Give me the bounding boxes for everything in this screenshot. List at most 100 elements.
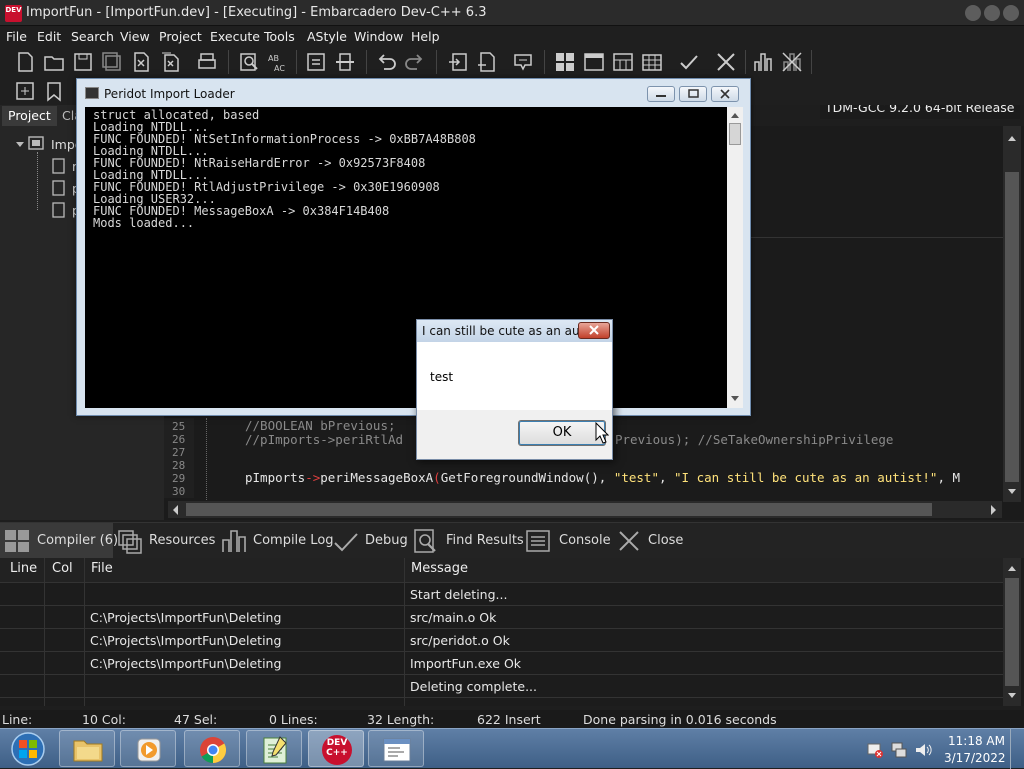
indent-icon[interactable] xyxy=(305,51,327,73)
toggle-bookmark-icon[interactable] xyxy=(43,80,65,102)
rebuild-all-icon[interactable] xyxy=(641,51,663,73)
start-button[interactable] xyxy=(2,730,52,768)
table-row[interactable]: C:\Projects\ImportFun\Deleting ImportFun… xyxy=(0,652,1003,674)
scroll-up-icon[interactable] xyxy=(730,111,740,119)
close-all-icon[interactable] xyxy=(159,51,181,73)
compile-run-icon[interactable] xyxy=(612,51,634,73)
find-icon[interactable] xyxy=(238,51,260,73)
replace-icon[interactable]: AB AC xyxy=(267,51,289,73)
menu-execute[interactable]: Execute xyxy=(210,29,260,44)
notepad-taskbar-button[interactable] xyxy=(246,730,302,767)
code-comment: //BOOLEAN bPrevious; xyxy=(245,418,396,433)
print-icon[interactable] xyxy=(196,51,218,73)
console-taskbar-button[interactable] xyxy=(368,730,424,767)
redo-icon[interactable] xyxy=(404,51,426,73)
scroll-up-icon[interactable] xyxy=(1006,564,1018,572)
scroll-down-icon[interactable] xyxy=(730,395,740,403)
menu-file[interactable]: File xyxy=(6,29,27,44)
goto-line-icon[interactable] xyxy=(447,51,469,73)
file-icon xyxy=(52,202,65,218)
tree-expand-icon[interactable] xyxy=(15,140,25,150)
clock-time[interactable]: 11:18 AM xyxy=(948,734,1005,748)
table-row[interactable]: C:\Projects\ImportFun\Deleting src/perid… xyxy=(0,629,1003,651)
delete-profile-icon[interactable] xyxy=(781,51,803,73)
scroll-thumb[interactable] xyxy=(186,503,932,516)
chrome-taskbar-button[interactable] xyxy=(184,730,240,767)
menu-help[interactable]: Help xyxy=(411,29,440,44)
menu-project[interactable]: Project xyxy=(159,29,202,44)
editor-vertical-scrollbar[interactable] xyxy=(1003,126,1021,502)
editor-horizontal-scrollbar[interactable] xyxy=(168,501,1002,518)
run-icon[interactable] xyxy=(583,51,605,73)
save-icon[interactable] xyxy=(72,51,94,73)
table-row[interactable]: Start deleting... xyxy=(0,583,1003,605)
tab-compile-log[interactable]: Compile Log xyxy=(217,523,334,559)
title-bar: DEV ImportFun - [ImportFun.dev] - [Execu… xyxy=(0,0,1024,26)
tab-debug[interactable]: Debug xyxy=(327,523,408,559)
mouse-cursor-icon xyxy=(595,422,609,444)
compile-icon[interactable] xyxy=(554,51,576,73)
tab-find-results[interactable]: Find Results xyxy=(407,523,524,559)
insert-icon[interactable] xyxy=(14,80,36,102)
menu-search[interactable]: Search xyxy=(71,29,114,44)
scroll-down-icon[interactable] xyxy=(1006,488,1018,496)
console-scrollbar[interactable] xyxy=(727,107,743,408)
check-icon xyxy=(334,533,358,552)
table-row[interactable]: C:\Projects\ImportFun\Deleting src/main.… xyxy=(0,606,1003,628)
stop-execution-icon[interactable] xyxy=(715,51,737,73)
unindent-icon[interactable] xyxy=(334,51,356,73)
close-window-button[interactable] xyxy=(1003,5,1019,21)
loader-minimize-button[interactable] xyxy=(647,86,675,102)
menu-tools[interactable]: Tools xyxy=(264,29,295,44)
profile-icon[interactable] xyxy=(752,51,774,73)
tab-compiler[interactable]: Compiler (6) xyxy=(0,523,118,559)
scroll-thumb[interactable] xyxy=(1005,578,1019,686)
new-file-icon[interactable] xyxy=(14,51,36,73)
loader-maximize-button[interactable] xyxy=(679,86,707,102)
new-class-icon[interactable] xyxy=(476,51,498,73)
scroll-left-icon[interactable] xyxy=(171,504,179,516)
minimize-button[interactable] xyxy=(965,5,981,21)
scroll-down-icon[interactable] xyxy=(1006,692,1018,700)
menu-bar: File Edit Search View Project Execute To… xyxy=(0,26,1024,47)
ok-button[interactable]: OK xyxy=(518,420,606,446)
explorer-taskbar-button[interactable] xyxy=(59,730,115,767)
loader-close-button[interactable] xyxy=(711,86,739,102)
dialog-close-button[interactable] xyxy=(578,322,610,339)
media-player-taskbar-button[interactable] xyxy=(120,730,176,767)
scroll-up-icon[interactable] xyxy=(1006,134,1018,142)
network-icon[interactable] xyxy=(890,741,908,759)
devcpp-taskbar-button[interactable]: DEV C++ xyxy=(308,730,364,767)
column-header-col[interactable]: Col xyxy=(52,561,73,576)
volume-icon[interactable] xyxy=(914,741,932,759)
column-header-line[interactable]: Line xyxy=(10,561,37,576)
menu-astyle[interactable]: AStyle xyxy=(307,29,347,44)
menu-edit[interactable]: Edit xyxy=(37,29,61,44)
column-header-message[interactable]: Message xyxy=(411,561,468,576)
close-file-icon[interactable] xyxy=(130,51,152,73)
column-header-file[interactable]: File xyxy=(91,561,113,576)
show-desktop-button[interactable] xyxy=(1010,729,1024,769)
scroll-thumb[interactable] xyxy=(1005,172,1019,482)
table-row[interactable]: Deleting complete... xyxy=(0,675,1003,697)
clock-date[interactable]: 3/17/2022 xyxy=(944,751,1006,765)
save-all-icon[interactable] xyxy=(101,51,123,73)
scroll-right-icon[interactable] xyxy=(990,504,998,516)
tab-console[interactable]: Console xyxy=(519,523,611,559)
undo-icon[interactable] xyxy=(375,51,397,73)
tab-close[interactable]: Close xyxy=(611,523,691,559)
menu-window[interactable]: Window xyxy=(354,29,403,44)
tab-resources[interactable]: Resources xyxy=(113,523,217,559)
syntax-check-icon[interactable] xyxy=(678,51,700,73)
messages-scrollbar[interactable] xyxy=(1003,558,1021,706)
maximize-button[interactable] xyxy=(984,5,1000,21)
open-folder-icon[interactable] xyxy=(43,51,65,73)
network-warning-icon[interactable] xyxy=(866,741,884,759)
scroll-thumb[interactable] xyxy=(729,123,741,145)
cell-file: C:\Projects\ImportFun\Deleting xyxy=(90,633,282,648)
console-output[interactable]: struct allocated, based Loading NTDLL...… xyxy=(85,107,743,408)
bookmark-icon[interactable] xyxy=(512,51,534,73)
menu-view[interactable]: View xyxy=(120,29,150,44)
console-window-icon xyxy=(85,87,99,99)
tab-project[interactable]: Project xyxy=(2,106,57,126)
